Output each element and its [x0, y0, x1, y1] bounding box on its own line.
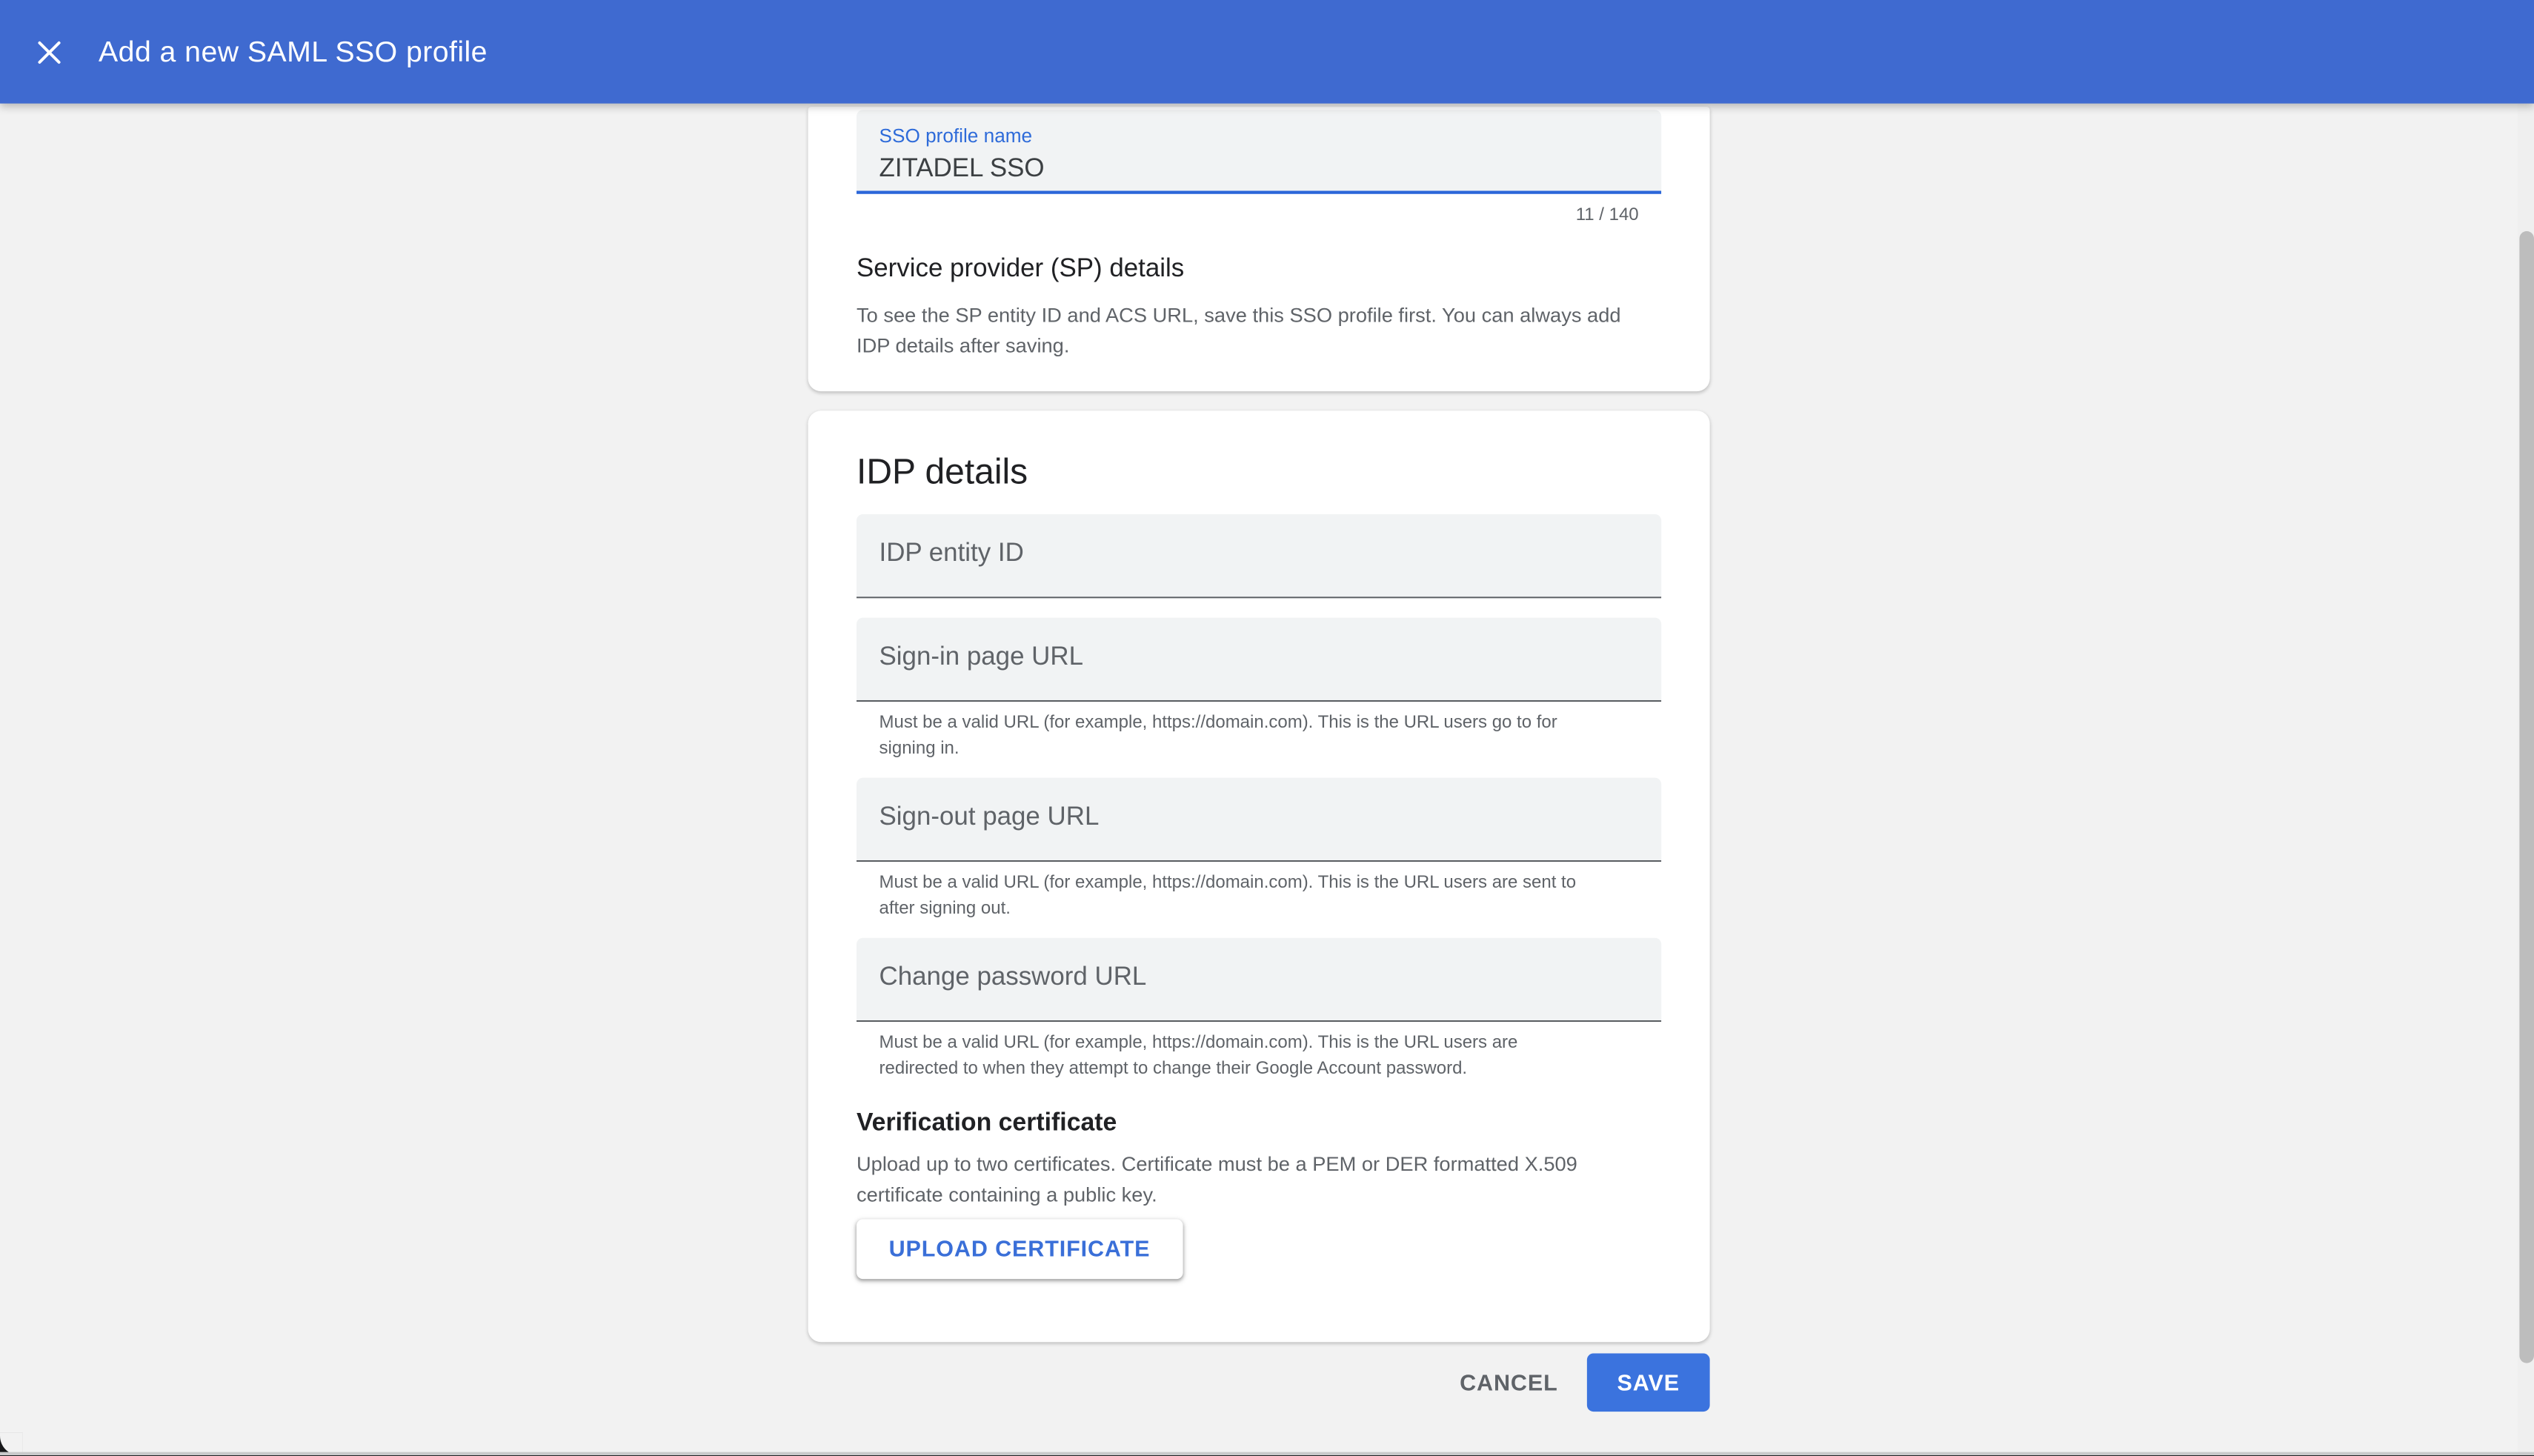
idp-entity-id-field[interactable] [857, 513, 1661, 597]
sign-in-url-helper: Must be a valid URL (for example, https:… [857, 709, 1661, 761]
dialog-body: SSO profile name 11 / 140 Service provid… [0, 104, 2518, 1456]
change-password-url-field[interactable] [857, 937, 1661, 1021]
sign-in-url-group: Must be a valid URL (for example, https:… [857, 617, 1661, 761]
sign-in-url-input[interactable] [857, 617, 1661, 699]
close-icon [36, 39, 61, 64]
sso-profile-name-input[interactable] [879, 153, 1639, 185]
sp-details-description: To see the SP entity ID and ACS URL, sav… [857, 300, 1661, 362]
idp-card: IDP details Must be a valid URL (for exa… [808, 410, 1710, 1341]
sign-out-url-helper: Must be a valid URL (for example, https:… [857, 869, 1661, 921]
sign-in-url-field[interactable] [857, 617, 1661, 701]
profile-card: SSO profile name 11 / 140 Service provid… [808, 106, 1710, 390]
upload-certificate-button[interactable]: UPLOAD CERTIFICATE [857, 1218, 1183, 1278]
saml-sso-dialog: Add a new SAML SSO profile SSO profile n… [0, 0, 2534, 1456]
scrollbar-thumb[interactable] [2518, 231, 2533, 1363]
idp-details-heading: IDP details [857, 451, 1661, 493]
verification-certificate-heading: Verification certificate [857, 1107, 1661, 1140]
idp-entity-id-input[interactable] [857, 513, 1661, 596]
sign-out-url-field[interactable] [857, 777, 1661, 861]
sign-out-url-group: Must be a valid URL (for example, https:… [857, 777, 1661, 921]
change-password-url-group: Must be a valid URL (for example, https:… [857, 937, 1661, 1081]
idp-entity-id-group [857, 513, 1661, 597]
scrollbar-track[interactable] [2518, 104, 2534, 1456]
sso-profile-name-label: SSO profile name [879, 124, 1639, 147]
dialog-actions: CANCEL SAVE [808, 1352, 1710, 1411]
sso-profile-name-field[interactable]: SSO profile name [857, 109, 1661, 193]
verification-certificate-description: Upload up to two certificates. Certifica… [857, 1148, 1661, 1210]
cancel-button[interactable]: CANCEL [1434, 1352, 1583, 1411]
close-button[interactable] [23, 26, 75, 78]
change-password-url-input[interactable] [857, 937, 1661, 1020]
change-password-url-helper: Must be a valid URL (for example, https:… [857, 1029, 1661, 1081]
save-button[interactable]: SAVE [1587, 1352, 1710, 1411]
char-counter: 11 / 140 [857, 205, 1661, 225]
dialog-header: Add a new SAML SSO profile [0, 0, 2534, 104]
dialog-title: Add a new SAML SSO profile [99, 35, 488, 69]
sign-out-url-input[interactable] [857, 777, 1661, 860]
sp-details-heading: Service provider (SP) details [857, 253, 1661, 284]
